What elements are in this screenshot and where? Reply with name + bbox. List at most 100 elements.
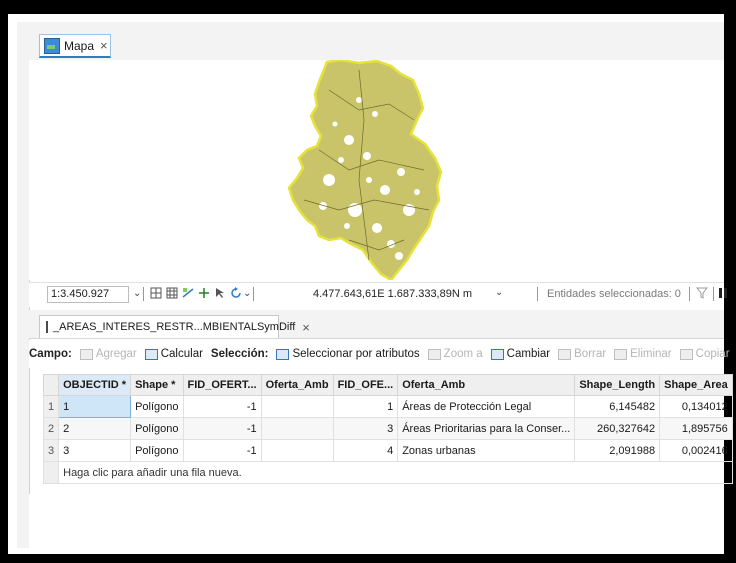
table-row[interactable]: 3 3 Polígono -1 4 Zonas urbanas 2,091988… (42, 439, 733, 462)
cell-shape[interactable]: Polígono (130, 439, 184, 462)
map-view[interactable] (29, 60, 724, 280)
cell-fid-ofe[interactable]: 1 (332, 395, 399, 418)
close-icon[interactable]: × (100, 38, 108, 53)
divider (253, 287, 254, 301)
cell-objectid[interactable]: 1 (58, 395, 132, 418)
select-by-attributes-label: Seleccionar por atributos (292, 348, 420, 360)
add-field-label: Agregar (95, 348, 137, 360)
map-canvas[interactable] (29, 60, 724, 280)
cell-oferta-amb-2[interactable]: Áreas Prioritarias para la Conser... (397, 417, 576, 440)
scale-field[interactable]: 1:3.450.927 (47, 286, 129, 303)
tab-attribute-table[interactable]: _AREAS_INTERES_RESTR...MBIENTALSymDiff × (39, 315, 310, 338)
column-header[interactable]: OBJECTID * (58, 374, 132, 396)
seleccion-label: Selección: (210, 348, 269, 360)
new-row[interactable]: Haga clic para añadir una fila nueva. (42, 461, 733, 484)
map-icon (44, 37, 60, 54)
add-field-button[interactable]: Agregar (79, 348, 137, 360)
cell-oferta-amb-2[interactable]: Zonas urbanas (397, 439, 576, 462)
tab-mapa-label: Mapa (64, 38, 95, 53)
column-header[interactable]: Shape_Length (574, 374, 661, 396)
cursor-icon[interactable] (214, 287, 226, 299)
cell-fid-ofe[interactable]: 3 (332, 417, 399, 440)
calculate-label: Calcular (160, 348, 203, 360)
new-row-hint[interactable]: Haga clic para añadir una fila nueva. (58, 461, 733, 484)
divider (537, 287, 538, 301)
attribute-table: OBJECTID * Shape * FID_OFERT... Oferta_A… (42, 374, 733, 484)
table-toolbar: Campo: Agregar Calcular Selección: Selec… (29, 340, 730, 368)
cell-oferta-amb[interactable] (260, 417, 334, 440)
divider (713, 287, 714, 301)
zoom-to-label: Zoom a (443, 348, 483, 360)
copy-icon (679, 348, 693, 360)
chevron-down-icon[interactable]: ⌄ (133, 288, 141, 299)
tab-attribute-table-label: _AREAS_INTERES_RESTR...MBIENTALSymDiff (53, 321, 296, 333)
region-polygon[interactable] (287, 60, 443, 280)
column-header[interactable]: Oferta_Amb (260, 374, 334, 396)
measure-icon[interactable] (182, 287, 194, 299)
cell-objectid[interactable]: 3 (58, 439, 132, 462)
zoom-to-icon (427, 348, 441, 360)
selected-features-count: Entidades seleccionadas: 0 (547, 288, 681, 300)
coordinates-readout: 4.477.643,61E 1.687.333,89N m (313, 288, 473, 300)
cell-oferta-amb[interactable] (260, 439, 334, 462)
divider (143, 287, 144, 301)
map-status-bar: 1:3.450.927 ⌄ ⌄ 4.477.643,61E 1.687.333,… (29, 282, 727, 307)
switch-selection-icon (490, 348, 504, 360)
switch-selection-button[interactable]: Cambiar (490, 348, 551, 360)
cell-fid-ofe[interactable]: 4 (332, 439, 399, 462)
column-header[interactable]: Shape_Area (659, 374, 733, 396)
row-number[interactable]: 2 (42, 417, 60, 440)
refresh-icon[interactable] (230, 287, 242, 299)
table-empty-area (29, 494, 724, 548)
cell-oferta-amb-2[interactable]: Áreas de Protección Legal (397, 395, 576, 418)
column-header[interactable]: FID_OFE... (332, 374, 399, 396)
copy-button[interactable]: Copiar (679, 348, 730, 360)
cell-oferta-amb[interactable] (260, 395, 334, 418)
cell-shape-length[interactable]: 6,145482 (574, 395, 661, 418)
calculate-field-button[interactable]: Calcular (144, 348, 203, 360)
column-header[interactable]: Oferta_Amb (397, 374, 576, 396)
cell-shape[interactable]: Polígono (130, 417, 184, 440)
table-row[interactable]: 1 1 Polígono -1 1 Áreas de Protección Le… (42, 395, 733, 418)
delete-button[interactable]: Eliminar (614, 348, 672, 360)
add-field-icon (79, 348, 93, 360)
table-header-row: OBJECTID * Shape * FID_OFERT... Oferta_A… (42, 374, 733, 396)
delete-icon (614, 348, 628, 360)
snapping-icon[interactable] (198, 287, 210, 299)
table-tab-bar: _AREAS_INTERES_RESTR...MBIENTALSymDiff × (29, 310, 724, 339)
pause-icon[interactable] (717, 287, 729, 299)
zoom-to-button[interactable]: Zoom a (427, 348, 483, 360)
cell-fid-oferta[interactable]: -1 (182, 395, 262, 418)
coordinates-dropdown[interactable]: ⌄ (495, 287, 503, 298)
corner-cell (42, 374, 60, 396)
column-header[interactable]: FID_OFERT... (182, 374, 262, 396)
chevron-down-icon[interactable]: ⌄ (243, 288, 251, 299)
calculate-icon (144, 348, 158, 360)
close-icon[interactable]: × (302, 320, 310, 335)
cell-shape-length[interactable]: 2,091988 (574, 439, 661, 462)
cell-fid-oferta[interactable]: -1 (182, 417, 262, 440)
table-row[interactable]: 2 2 Polígono -1 3 Áreas Prioritarias par… (42, 417, 733, 440)
grid-snap-icon[interactable] (150, 287, 162, 299)
cell-shape-area[interactable]: 0,134012 (659, 395, 733, 418)
cell-shape-length[interactable]: 260,327642 (574, 417, 661, 440)
row-number[interactable]: 1 (42, 395, 60, 418)
clear-icon (558, 348, 572, 360)
grid-icon[interactable] (166, 287, 178, 299)
clear-selection-button[interactable]: Borrar (558, 348, 606, 360)
delete-label: Eliminar (630, 348, 672, 360)
select-by-attributes-icon (276, 348, 290, 360)
filter-icon[interactable] (696, 287, 708, 299)
column-header[interactable]: Shape * (130, 374, 184, 396)
cell-fid-oferta[interactable]: -1 (182, 439, 262, 462)
cell-shape-area[interactable]: 1,895756 (659, 417, 733, 440)
divider (689, 287, 690, 301)
cell-objectid[interactable]: 2 (58, 417, 132, 440)
row-number[interactable]: 3 (42, 439, 60, 462)
cell-shape-area[interactable]: 0,002416 (659, 439, 733, 462)
tab-mapa[interactable]: Mapa × (39, 34, 111, 58)
map-tab-bar (29, 22, 724, 64)
select-by-attributes-button[interactable]: Seleccionar por atributos (276, 348, 420, 360)
switch-selection-label: Cambiar (506, 348, 551, 360)
cell-shape[interactable]: Polígono (130, 395, 184, 418)
